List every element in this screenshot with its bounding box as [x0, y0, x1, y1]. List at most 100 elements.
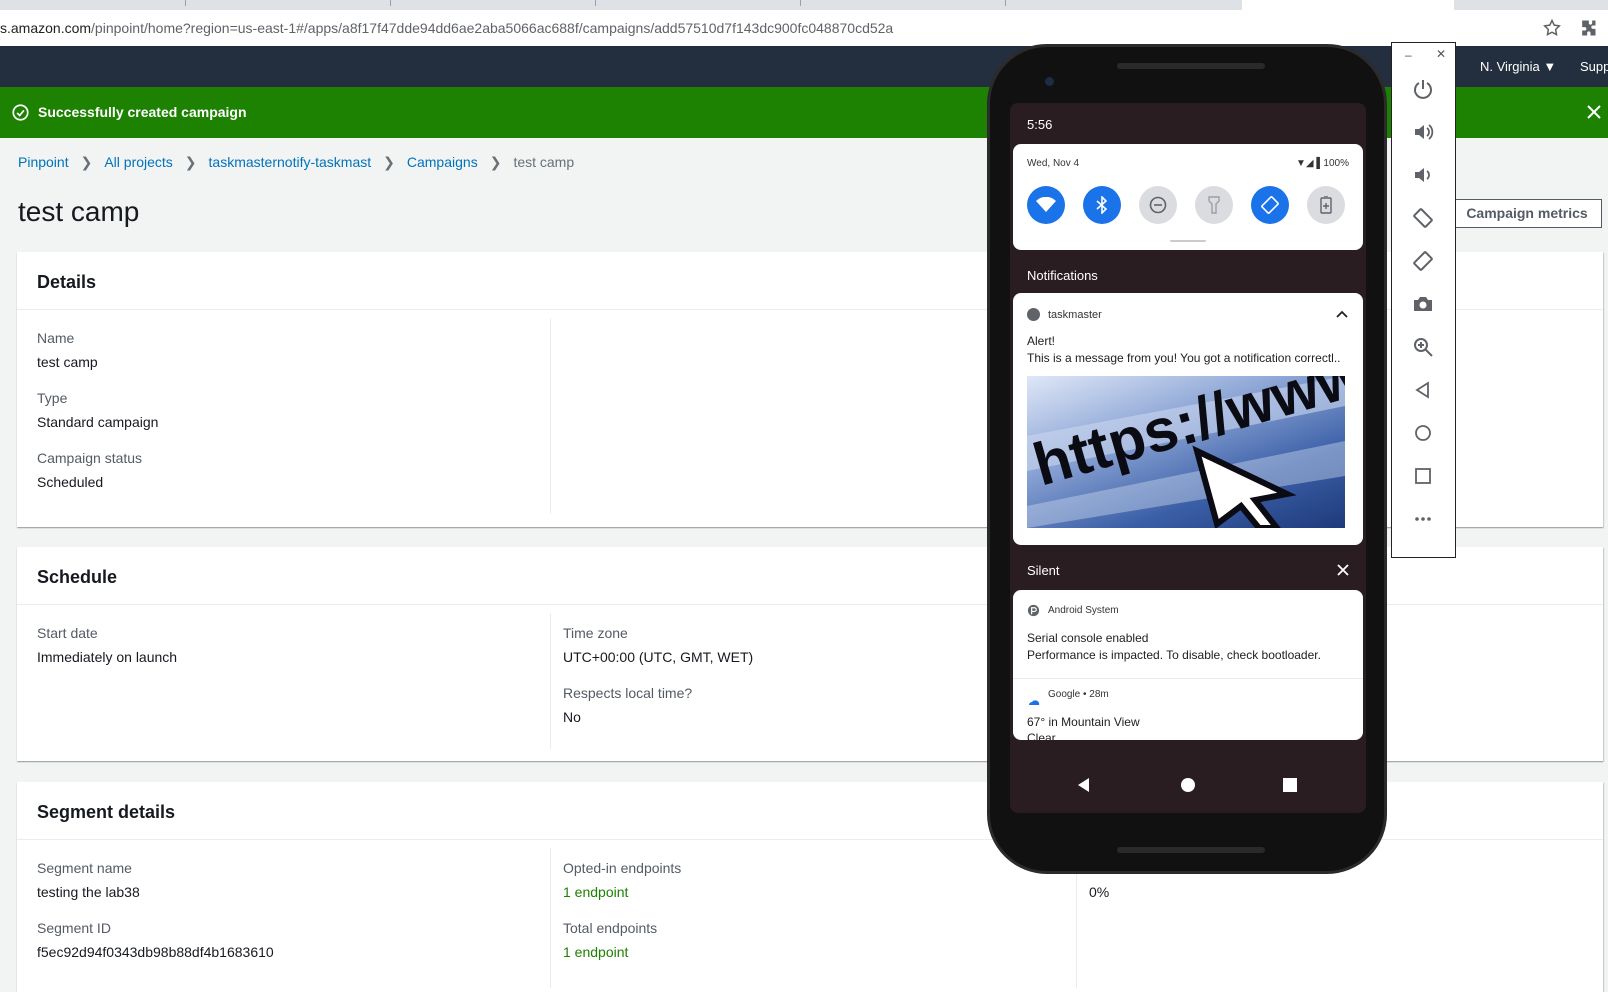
qs-status: ▼◢ ▌100%: [1295, 158, 1349, 169]
app-icon: [1027, 308, 1040, 321]
volume-up-icon[interactable]: [1412, 121, 1434, 143]
auto-rotate-icon: [1261, 196, 1279, 214]
serial-console-body: Performance is impacted. To disable, che…: [1027, 648, 1321, 662]
serial-console-title: Serial console enabled: [1027, 631, 1149, 645]
auto-rotate-tile[interactable]: [1251, 186, 1289, 224]
active-tab[interactable]: [1242, 0, 1454, 10]
segment-id-value: f5ec92d94f0343db98b88df4b1683610: [37, 944, 274, 960]
back-icon[interactable]: [1074, 775, 1094, 795]
breadcrumb-campaigns[interactable]: Campaigns: [407, 154, 478, 170]
flash-message: Successfully created campaign: [38, 104, 247, 120]
bluetooth-icon: [1096, 196, 1108, 214]
rotate-right-icon[interactable]: [1412, 250, 1434, 272]
flashlight-icon: [1208, 196, 1220, 214]
battery-saver-icon: [1320, 196, 1332, 214]
wifi-tile[interactable]: [1027, 186, 1065, 224]
type-label: Type: [37, 390, 68, 406]
breadcrumb-current: test camp: [513, 154, 575, 170]
do-not-disturb-tile[interactable]: [1139, 186, 1177, 224]
qs-date: Wed, Nov 4: [1027, 158, 1080, 169]
breadcrumb: Pinpoint ❯ All projects ❯ taskmasternotify-t…: [18, 154, 574, 171]
speaker-grille: [1117, 63, 1265, 69]
notification-app-name: taskmaster: [1048, 309, 1102, 321]
android-system-icon: [1027, 604, 1040, 617]
chevron-right-icon: ❯: [489, 154, 502, 170]
camera-screenshot-icon[interactable]: [1412, 293, 1434, 315]
notifications-header: Notifications: [1027, 268, 1098, 283]
close-icon[interactable]: [1586, 104, 1602, 120]
android-nav-bar: [1010, 761, 1366, 811]
home-icon[interactable]: [1412, 422, 1434, 444]
segment-name-value: testing the lab38: [37, 884, 140, 900]
type-value: Standard campaign: [37, 414, 159, 430]
support-menu[interactable]: Supp: [1580, 59, 1608, 74]
total-endpoints-label: Total endpoints: [563, 920, 658, 936]
close-emulator-button[interactable]: ✕: [1436, 47, 1446, 61]
more-options-icon[interactable]: [1412, 508, 1434, 530]
opted-in-value: 1 endpoint: [563, 884, 629, 900]
chevron-right-icon: ❯: [184, 154, 197, 170]
speaker-grille: [1117, 847, 1265, 853]
extensions-icon[interactable]: [1578, 18, 1598, 38]
weather-cloud-icon: [1029, 700, 1040, 705]
silent-notifications-card[interactable]: Android System Serial console enabled Pe…: [1013, 590, 1363, 740]
address-bar[interactable]: s.amazon.com/pinpoint/home?region=us-eas…: [0, 10, 1608, 46]
name-value: test camp: [37, 354, 98, 370]
back-icon[interactable]: [1412, 379, 1434, 401]
silent-header: Silent: [1027, 563, 1060, 578]
notification-body: This is a message from you! You got a no…: [1027, 351, 1341, 365]
segment-id-label: Segment ID: [37, 920, 111, 936]
total-endpoints-value: 1 endpoint: [563, 944, 629, 960]
google-weather-source: Google • 28m: [1048, 689, 1109, 700]
url-bar-photo-icon: https://www: [1027, 376, 1345, 528]
close-icon[interactable]: [1337, 564, 1349, 576]
flashlight-tile[interactable]: [1195, 186, 1233, 224]
rotate-left-icon[interactable]: [1412, 207, 1434, 229]
camera-icon: [1045, 77, 1054, 86]
phone-screen[interactable]: 5:56 Wed, Nov 4 ▼◢ ▌100% Notifications t…: [1010, 103, 1366, 813]
power-icon[interactable]: [1412, 78, 1434, 100]
opted-in-label: Opted-in endpoints: [563, 860, 682, 876]
time-zone-value: UTC+00:00 (UTC, GMT, WET): [563, 649, 754, 665]
segment-name-label: Segment name: [37, 860, 132, 876]
status-label: Campaign status: [37, 450, 143, 466]
chevron-right-icon: ❯: [383, 154, 395, 170]
status-bar-time: 5:56: [1027, 117, 1053, 132]
weather-text: 67° in Mountain View: [1027, 715, 1140, 729]
chevron-right-icon: ❯: [80, 154, 93, 170]
breadcrumb-all-projects[interactable]: All projects: [104, 154, 172, 170]
name-label: Name: [37, 330, 75, 346]
browser-tab-strip: [0, 0, 1608, 10]
time-zone-label: Time zone: [563, 625, 628, 641]
start-date-value: Immediately on launch: [37, 649, 178, 665]
overview-icon[interactable]: [1412, 465, 1434, 487]
status-value: Scheduled: [37, 474, 104, 490]
percent-value: 0%: [1089, 884, 1110, 900]
breadcrumb-pinpoint[interactable]: Pinpoint: [18, 154, 69, 170]
campaign-metrics-button[interactable]: Campaign metrics: [1452, 199, 1602, 228]
bookmark-star-icon[interactable]: [1542, 18, 1562, 38]
volume-down-icon[interactable]: [1412, 164, 1434, 186]
minimize-button[interactable]: –: [1405, 48, 1412, 62]
overview-icon[interactable]: [1280, 775, 1300, 795]
url-text[interactable]: s.amazon.com/pinpoint/home?region=us-eas…: [0, 20, 893, 36]
breadcrumb-project[interactable]: taskmasternotify-taskmast: [209, 154, 372, 170]
home-icon[interactable]: [1178, 775, 1198, 795]
column-divider: [550, 848, 551, 988]
local-time-label: Respects local time?: [563, 685, 693, 701]
chevron-up-icon[interactable]: [1335, 307, 1349, 321]
divider: [1013, 678, 1363, 679]
notification-title: Alert!: [1027, 334, 1056, 348]
start-date-label: Start date: [37, 625, 98, 641]
notification-card[interactable]: taskmaster Alert! This is a message from…: [1013, 293, 1363, 545]
android-emulator-phone: 5:56 Wed, Nov 4 ▼◢ ▌100% Notifications t…: [987, 44, 1387, 874]
quick-settings-panel: Wed, Nov 4 ▼◢ ▌100%: [1013, 144, 1363, 250]
bluetooth-tile[interactable]: [1083, 186, 1121, 224]
notification-image: https://www: [1027, 376, 1345, 528]
battery-saver-tile[interactable]: [1307, 186, 1345, 224]
drag-handle[interactable]: [1170, 240, 1206, 242]
zoom-icon[interactable]: [1412, 336, 1434, 358]
region-selector[interactable]: N. Virginia ▼: [1480, 59, 1556, 74]
column-divider: [550, 613, 551, 749]
emulator-toolbar: – ✕: [1391, 42, 1456, 558]
